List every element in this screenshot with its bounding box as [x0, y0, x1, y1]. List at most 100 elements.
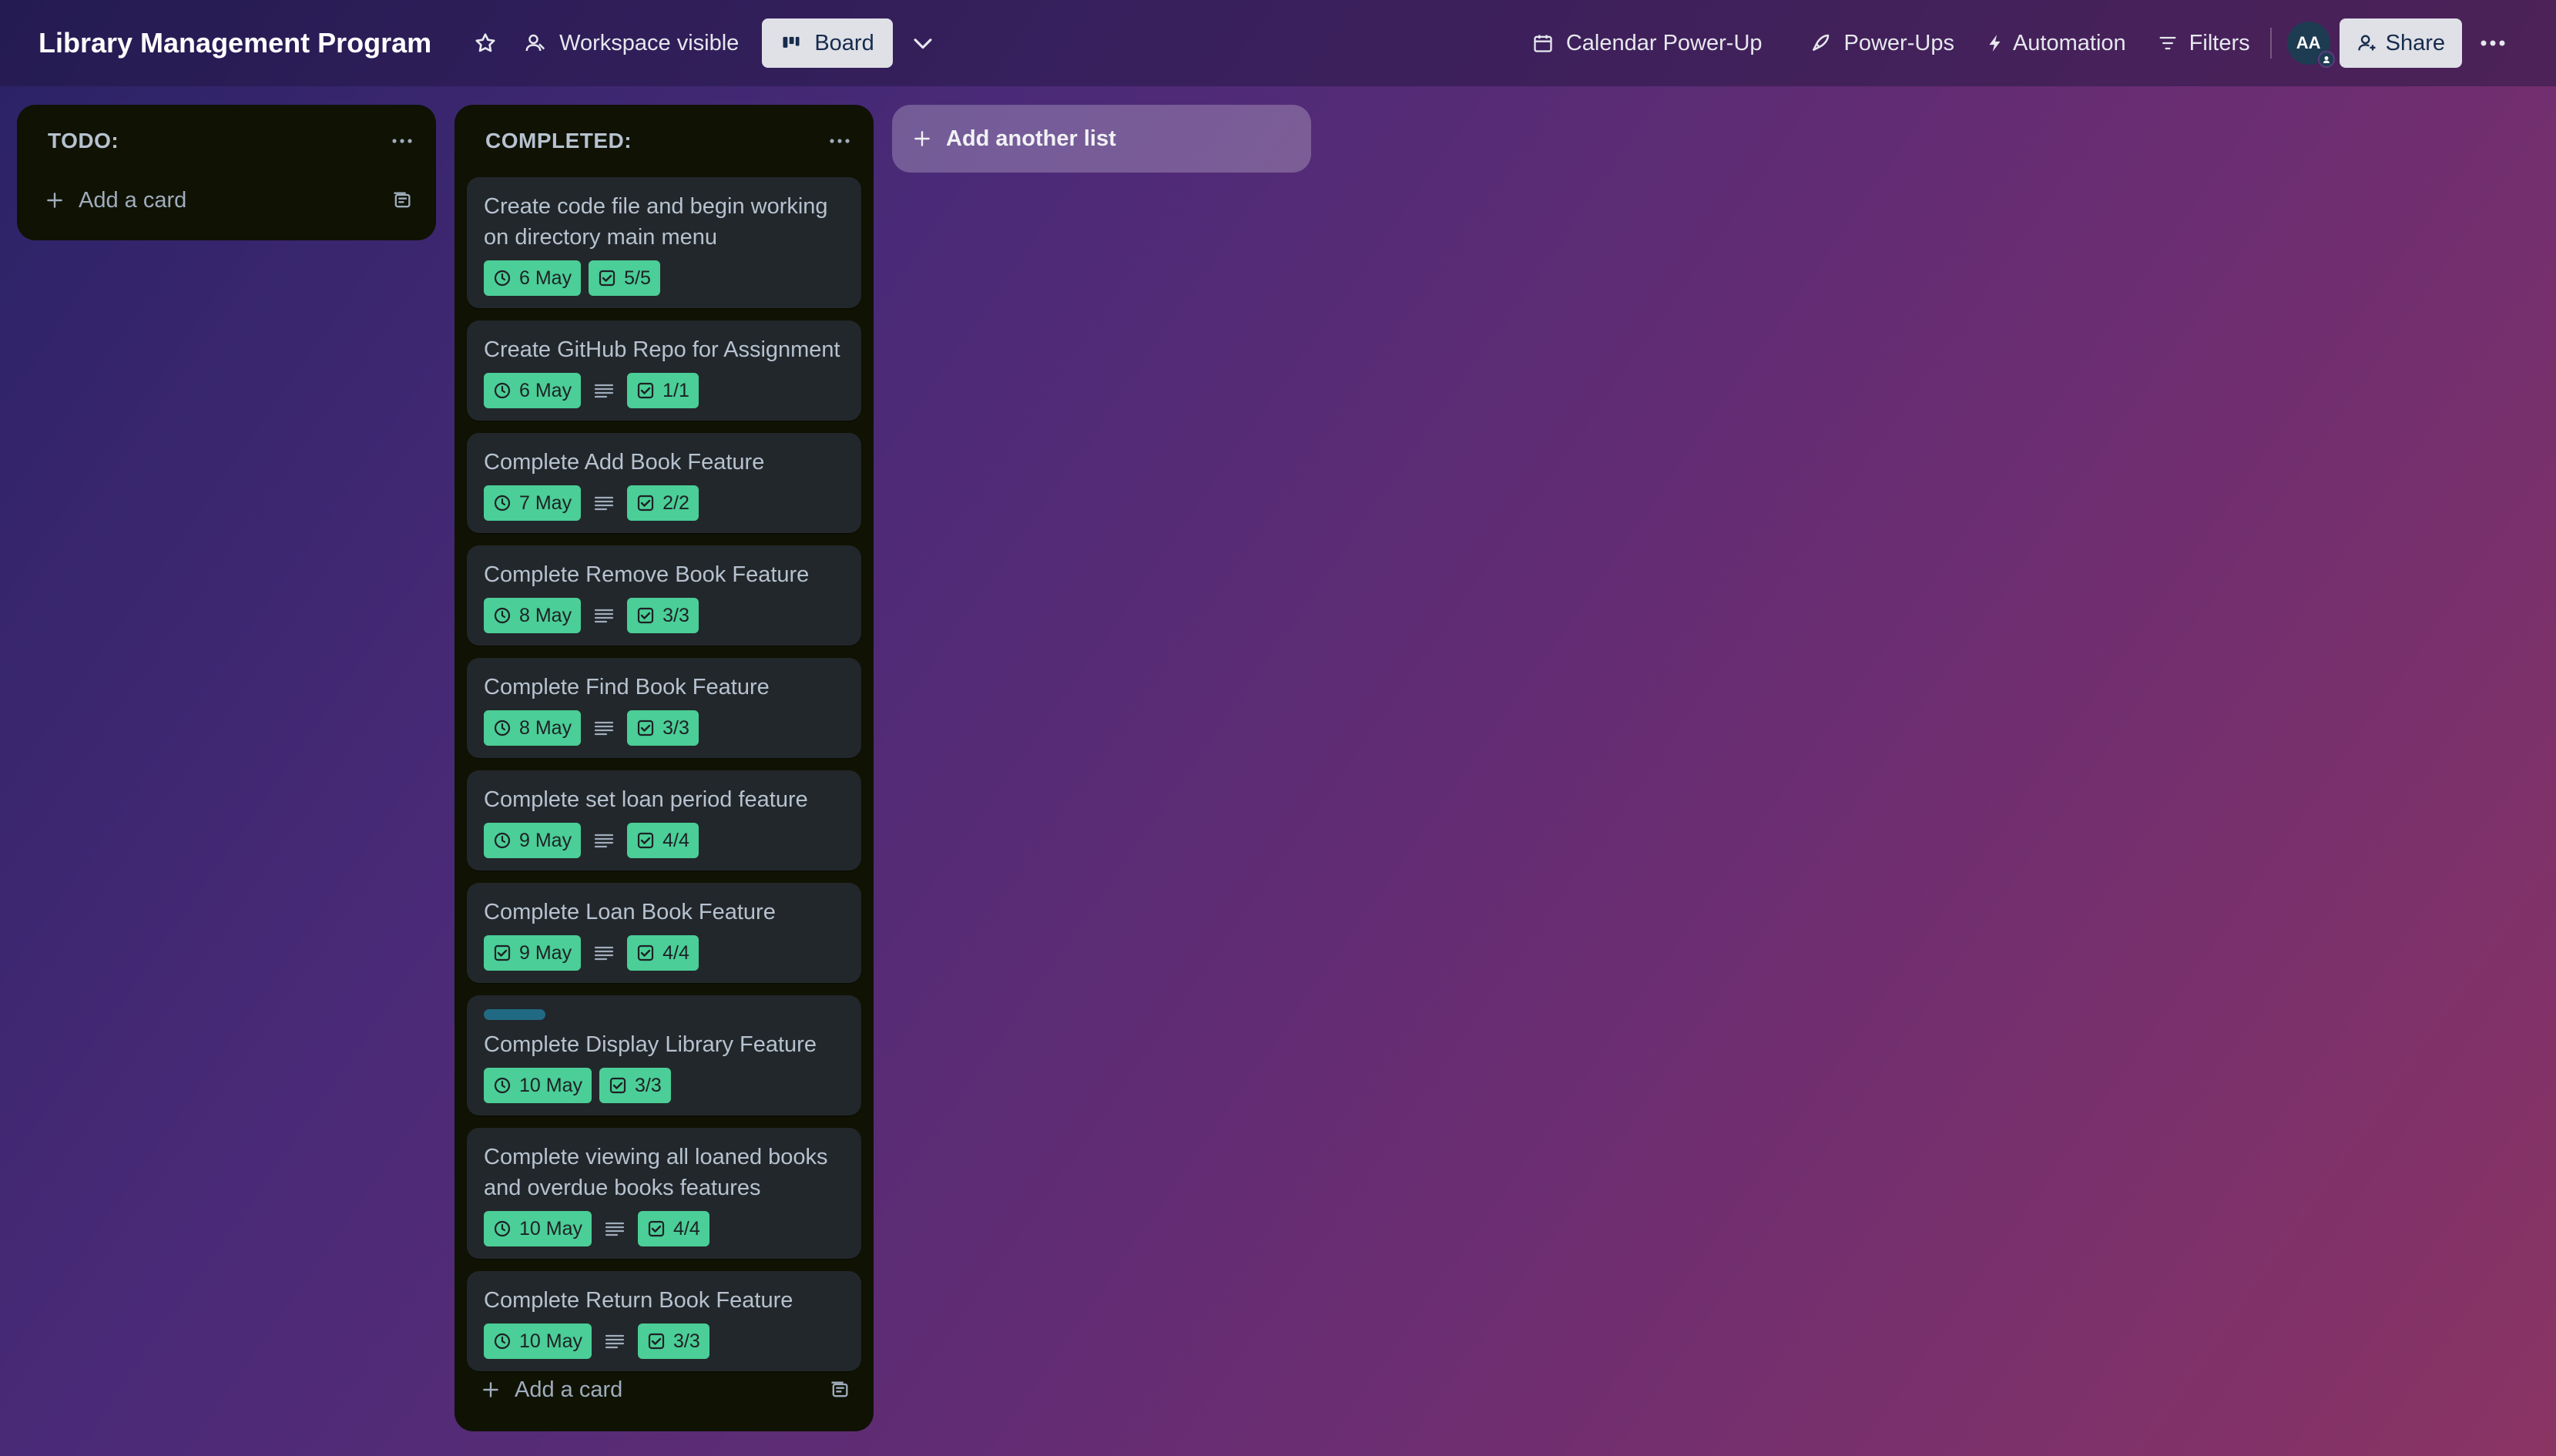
- card[interactable]: Complete Loan Book Feature 9 May 4/4: [467, 883, 861, 983]
- card[interactable]: Create code file and begin working on di…: [467, 177, 861, 308]
- card-badges: 6 May 1/1: [484, 373, 844, 408]
- card-badges: 9 May 4/4: [484, 935, 844, 971]
- checkbox-icon: [493, 944, 512, 962]
- checklist-icon: [636, 381, 655, 400]
- filters-button[interactable]: Filters: [2142, 18, 2266, 68]
- workspace-icon: [524, 32, 547, 55]
- board-icon: [780, 32, 802, 54]
- due-date-text: 8 May: [519, 604, 572, 626]
- calendar-powerup-button[interactable]: Calendar Power-Up: [1517, 18, 1778, 68]
- add-card-row: Add a card: [455, 1367, 874, 1413]
- due-date-badge[interactable]: 10 May: [484, 1068, 592, 1103]
- card[interactable]: Complete Remove Book Feature 8 May 3/3: [467, 545, 861, 646]
- due-date-badge[interactable]: 10 May: [484, 1211, 592, 1246]
- checklist-count: 4/4: [662, 829, 689, 851]
- clock-icon: [493, 381, 512, 400]
- list-title[interactable]: TODO:: [48, 129, 119, 153]
- view-switcher-button[interactable]: [901, 18, 945, 68]
- due-date-text: 8 May: [519, 716, 572, 739]
- checklist-icon: [609, 1076, 627, 1095]
- checklist-badge: 3/3: [627, 710, 699, 746]
- powerups-label: Power-Ups: [1843, 30, 1954, 55]
- board-title[interactable]: Library Management Program: [39, 27, 431, 59]
- card[interactable]: Complete set loan period feature 9 May 4/4: [467, 770, 861, 871]
- admin-badge-icon: [2317, 51, 2335, 68]
- add-card-button[interactable]: Add a card: [45, 188, 186, 213]
- card-template-icon[interactable]: [824, 1374, 855, 1405]
- add-card-button[interactable]: Add a card: [481, 1377, 622, 1403]
- card[interactable]: Create GitHub Repo for Assignment 6 May 1/…: [467, 320, 861, 421]
- checklist-count: 3/3: [673, 1330, 700, 1352]
- clock-icon: [493, 831, 512, 850]
- plus-icon: [45, 190, 65, 210]
- board-menu-button[interactable]: [2468, 18, 2517, 68]
- star-button[interactable]: [462, 18, 508, 68]
- powerups-button[interactable]: Power-Ups: [1793, 18, 1970, 68]
- card-badges: 6 May 5/5: [484, 260, 844, 296]
- add-person-icon: [2356, 32, 2378, 54]
- checklist-icon: [636, 494, 655, 512]
- clock-icon: [493, 269, 512, 287]
- checklist-count: 4/4: [662, 941, 689, 964]
- clock-icon: [493, 719, 512, 737]
- checklist-count: 5/5: [624, 267, 651, 289]
- due-date-badge[interactable]: 9 May: [484, 935, 582, 971]
- card[interactable]: Complete Find Book Feature 8 May 3/3: [467, 658, 861, 758]
- card-title: Complete Loan Book Feature: [484, 900, 776, 924]
- checklist-icon: [647, 1219, 666, 1238]
- card-title: Complete Remove Book Feature: [484, 562, 810, 587]
- board-header: Library Management Program Workspace vis…: [0, 0, 2556, 86]
- clock-icon: [493, 494, 512, 512]
- due-date-badge[interactable]: 10 May: [484, 1323, 592, 1359]
- due-date-badge[interactable]: 8 May: [484, 710, 582, 746]
- list-header: TODO:: [17, 105, 436, 177]
- due-date-badge[interactable]: 9 May: [484, 823, 582, 858]
- card[interactable]: Complete viewing all loaned books and ov…: [467, 1128, 861, 1259]
- card-template-icon[interactable]: [387, 185, 418, 216]
- card[interactable]: Complete Add Book Feature 7 May 2/2: [467, 433, 861, 533]
- add-card-label: Add a card: [79, 187, 187, 213]
- automation-button[interactable]: Automation: [1970, 18, 2142, 68]
- add-card-label: Add a card: [515, 1377, 623, 1402]
- list-header: COMPLETED:: [455, 105, 874, 177]
- checklist-badge: 2/2: [627, 485, 699, 521]
- card-title: Complete Add Book Feature: [484, 450, 765, 475]
- due-date-badge[interactable]: 6 May: [484, 373, 582, 408]
- more-icon: [2479, 39, 2507, 48]
- due-date-text: 10 May: [519, 1074, 582, 1096]
- avatar[interactable]: AA: [2286, 22, 2335, 68]
- card[interactable]: Complete Display Library Feature 10 May 3/…: [467, 995, 861, 1115]
- checklist-badge: 3/3: [627, 598, 699, 633]
- card-label-teal[interactable]: [484, 1009, 545, 1020]
- calendar-powerup-label: Calendar Power-Up: [1565, 30, 1763, 55]
- avatar-initials: AA: [2296, 33, 2321, 52]
- clock-icon: [493, 1219, 512, 1238]
- card-list: Create code file and begin working on di…: [455, 177, 874, 1371]
- chevron-down-icon: [910, 30, 936, 56]
- list-menu-icon[interactable]: [824, 126, 855, 156]
- card-badges: 7 May 2/2: [484, 485, 844, 521]
- card-title: Complete Return Book Feature: [484, 1288, 793, 1313]
- card[interactable]: Complete Return Book Feature 10 May 3/3: [467, 1271, 861, 1371]
- checklist-badge: 3/3: [637, 1323, 709, 1359]
- checklist-count: 3/3: [634, 1074, 662, 1096]
- due-date-text: 7 May: [519, 491, 572, 514]
- checklist-count: 3/3: [662, 604, 689, 626]
- card-badges: 10 May 4/4: [484, 1211, 844, 1246]
- due-date-text: 9 May: [519, 829, 572, 851]
- checklist-badge: 1/1: [627, 373, 699, 408]
- due-date-text: 10 May: [519, 1330, 582, 1352]
- share-button[interactable]: Share: [2339, 18, 2462, 68]
- list-menu-icon[interactable]: [387, 126, 418, 156]
- add-list-button[interactable]: Add another list: [892, 105, 1311, 173]
- due-date-badge[interactable]: 6 May: [484, 260, 582, 296]
- due-date-badge[interactable]: 7 May: [484, 485, 582, 521]
- star-icon: [473, 31, 498, 55]
- board-view-button[interactable]: Board: [762, 18, 893, 68]
- visibility-button[interactable]: Workspace visible: [508, 18, 754, 68]
- due-date-badge[interactable]: 8 May: [484, 598, 582, 633]
- due-date-text: 6 May: [519, 379, 572, 401]
- rocket-icon: [1809, 32, 1832, 55]
- list-title[interactable]: COMPLETED:: [485, 129, 632, 153]
- header-divider: [2269, 28, 2272, 59]
